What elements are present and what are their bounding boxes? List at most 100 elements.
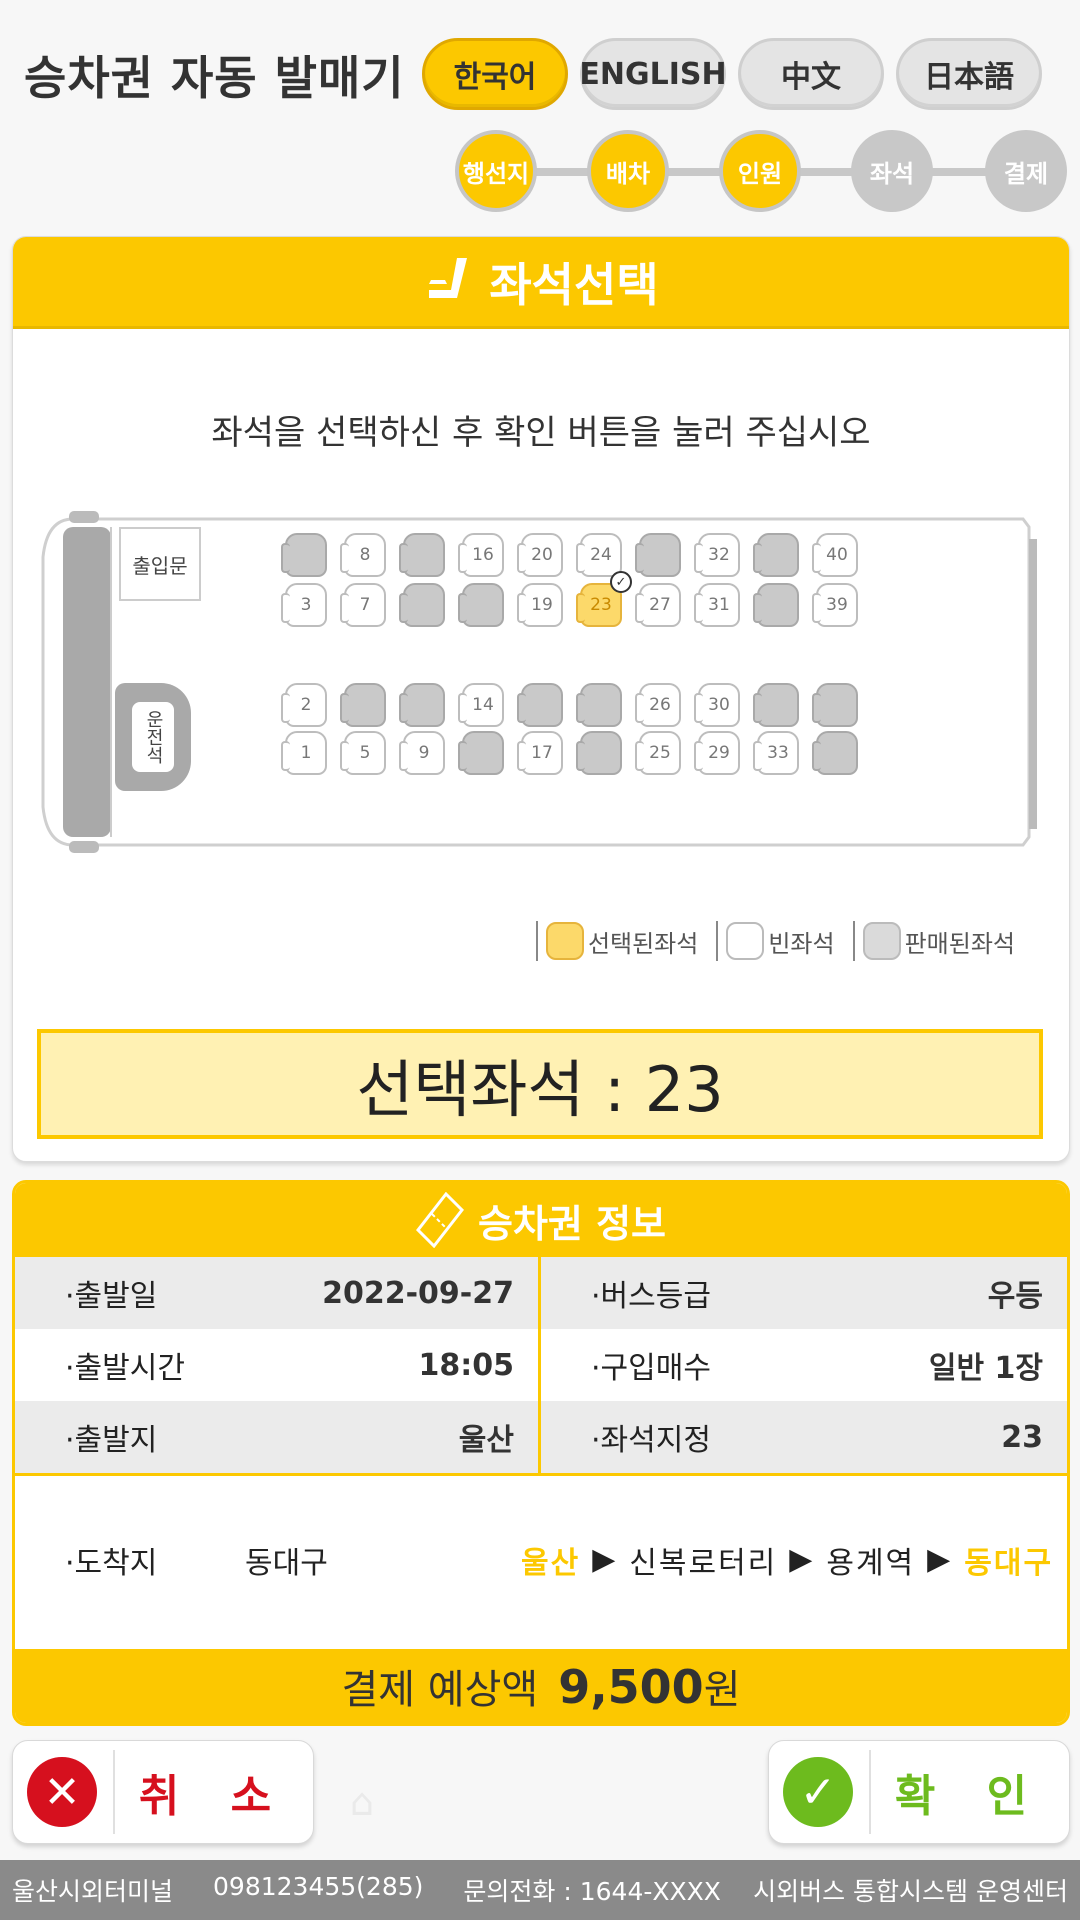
instruction-text: 좌석을 선택하신 후 확인 버튼을 눌러 주십시오 bbox=[211, 413, 871, 453]
seat-available[interactable]: 7 bbox=[340, 583, 386, 627]
step-schedule: 배차 bbox=[587, 130, 669, 212]
seat-available[interactable]: 39 bbox=[812, 583, 858, 627]
destination-value: 동대구 bbox=[245, 1545, 328, 1581]
route-start: 울산 bbox=[521, 1545, 581, 1581]
confirm-button[interactable]: ✓ 확 인 bbox=[768, 1740, 1070, 1844]
seat-available[interactable]: 24 bbox=[576, 533, 622, 577]
departure-time-cell: ·출발시간 18:05 bbox=[15, 1329, 541, 1401]
seat-available[interactable]: 32 bbox=[694, 533, 740, 577]
door-label: 출입문 bbox=[132, 553, 188, 578]
departure-time-label: ·출발시간 bbox=[65, 1351, 185, 1386]
seat-sold bbox=[576, 731, 622, 775]
ticket-count-cell: ·구입매수 일반 1장 bbox=[541, 1329, 1067, 1401]
route-path: 울산 ▶ 신복로터리 ▶ 용계역 ▶ 동대구 bbox=[521, 1538, 1053, 1582]
seat-panel-title: 좌석선택 bbox=[489, 257, 659, 312]
destination-label: ·도착지 bbox=[65, 1545, 158, 1581]
lang-korean-button[interactable]: 한국어 bbox=[422, 38, 568, 110]
seat-assignment-label: ·좌석지정 bbox=[591, 1423, 711, 1458]
legend-selected: 선택된좌석 bbox=[535, 921, 699, 961]
step-passengers: 인원 bbox=[719, 130, 801, 212]
seat-available[interactable]: 2 bbox=[281, 683, 327, 727]
ticket-count-label: ·구입매수 bbox=[591, 1351, 711, 1386]
departure-date-value: 2022-09-27 bbox=[322, 1275, 514, 1311]
check-icon: ✓ bbox=[783, 1757, 853, 1827]
lang-english-button[interactable]: ENGLISH bbox=[579, 38, 727, 110]
fare-bar: 결제 예상액 9,500원 bbox=[15, 1649, 1067, 1723]
seat-available[interactable]: 31 bbox=[694, 583, 740, 627]
bus-grade-label: ·버스등급 bbox=[591, 1279, 711, 1314]
bus-seat-map: 출입문 운전석 8 16 20 24 32 40 3 7 19 23 ✓ 27 31 39 2 14 26 30 1… bbox=[13, 507, 1069, 857]
seat-available[interactable]: 40 bbox=[812, 533, 858, 577]
cancel-button[interactable]: ✕ 취 소 bbox=[12, 1740, 314, 1844]
seat-available[interactable]: 27 bbox=[635, 583, 681, 627]
legend-empty-label: 빈좌석 bbox=[768, 929, 835, 958]
seat-sold bbox=[281, 533, 327, 577]
seat-available[interactable]: 33 bbox=[753, 731, 799, 775]
seat-sold bbox=[812, 683, 858, 727]
language-selector: 한국어 ENGLISH 中文 日本語 bbox=[422, 38, 1042, 110]
seat-available[interactable]: 3 bbox=[281, 583, 327, 627]
ticket-info-panel: 승차권 정보 ·출발일 2022-09-27 ·버스등급 우등 ·출발시간 18… bbox=[12, 1180, 1070, 1726]
seat-sold bbox=[635, 533, 681, 577]
fare-amount: 9,500 bbox=[558, 1660, 704, 1714]
driver-seat: 운전석 bbox=[115, 683, 191, 791]
seat-sold bbox=[753, 683, 799, 727]
seat-sold bbox=[399, 533, 445, 577]
seat-available[interactable]: 29 bbox=[694, 731, 740, 775]
legend-selected-label: 선택된좌석 bbox=[587, 929, 699, 958]
seat-available[interactable]: 25 bbox=[635, 731, 681, 775]
ticket-count-value: 일반 1장 bbox=[928, 1351, 1043, 1386]
progress-steps: 행선지 배차 인원 좌석 결제 bbox=[455, 130, 1067, 212]
home-icon: ⌂ bbox=[350, 1780, 375, 1824]
cancel-label: 취 소 bbox=[138, 1771, 290, 1822]
seat-available[interactable]: 16 bbox=[458, 533, 504, 577]
step-destination: 행선지 bbox=[455, 130, 537, 212]
legend-empty-swatch bbox=[726, 922, 765, 960]
departure-place-label: ·출발지 bbox=[65, 1423, 158, 1458]
seat-sold bbox=[458, 583, 504, 627]
departure-date-label: ·출발일 bbox=[65, 1279, 158, 1314]
step-payment: 결제 bbox=[985, 130, 1067, 212]
legend-selected-swatch bbox=[545, 922, 584, 960]
footer-terminal-code: 098123455(285) bbox=[213, 1872, 424, 1901]
seat-available[interactable]: 14 bbox=[458, 683, 504, 727]
seat-sold bbox=[753, 533, 799, 577]
lang-chinese-button[interactable]: 中文 bbox=[738, 38, 884, 110]
seat-sold bbox=[458, 731, 504, 775]
door-area: 출입문 bbox=[119, 527, 201, 601]
seat-sold bbox=[812, 731, 858, 775]
ticket-icon bbox=[415, 1192, 464, 1248]
route-via-1: 신복로터리 bbox=[629, 1545, 778, 1581]
seat-sold bbox=[517, 683, 563, 727]
seat-available[interactable]: 17 bbox=[517, 731, 563, 775]
bus-grade-cell: ·버스등급 우등 bbox=[541, 1257, 1067, 1329]
seat-selected[interactable]: 23 ✓ bbox=[576, 571, 632, 627]
seat-available[interactable]: 19 bbox=[517, 583, 563, 627]
seat-selection-panel: 좌석선택 좌석을 선택하신 후 확인 버튼을 눌러 주십시오 출입문 운전석 8… bbox=[12, 236, 1070, 1162]
seat-assignment-cell: ·좌석지정 23 bbox=[541, 1401, 1067, 1473]
seat-available[interactable]: 30 bbox=[694, 683, 740, 727]
route-arrow-icon: ▶ bbox=[789, 1542, 815, 1577]
footer-contact: 문의전화 : 1644-XXXX bbox=[463, 1877, 721, 1906]
seat-available[interactable]: 9 bbox=[399, 731, 445, 775]
seat-available[interactable]: 5 bbox=[340, 731, 386, 775]
fare-label: 결제 예상액 bbox=[341, 1667, 539, 1713]
departure-date-cell: ·출발일 2022-09-27 bbox=[15, 1257, 541, 1329]
seat-available[interactable]: 26 bbox=[635, 683, 681, 727]
seat-sold bbox=[753, 583, 799, 627]
footer-bar: 울산시외터미널 098123455(285) 문의전화 : 1644-XXXX … bbox=[0, 1860, 1080, 1920]
driver-label: 운전석 bbox=[143, 710, 164, 764]
departure-time-value: 18:05 bbox=[418, 1347, 515, 1383]
seat-available[interactable]: 20 bbox=[517, 533, 563, 577]
seat-available[interactable]: 1 bbox=[281, 731, 327, 775]
seat-available[interactable]: 8 bbox=[340, 533, 386, 577]
lang-japanese-button[interactable]: 日本語 bbox=[896, 38, 1042, 110]
confirm-label: 확 인 bbox=[894, 1771, 1046, 1822]
departure-place-value: 울산 bbox=[458, 1423, 514, 1458]
ticket-panel-title: 승차권 정보 bbox=[477, 1201, 667, 1246]
legend-sold-swatch bbox=[862, 922, 901, 960]
close-icon: ✕ bbox=[27, 1757, 97, 1827]
route-via-2: 용계역 bbox=[826, 1545, 916, 1581]
footer-operator: 시외버스 통합시스템 운영센터 bbox=[753, 1877, 1068, 1906]
route-arrow-icon: ▶ bbox=[592, 1542, 618, 1577]
